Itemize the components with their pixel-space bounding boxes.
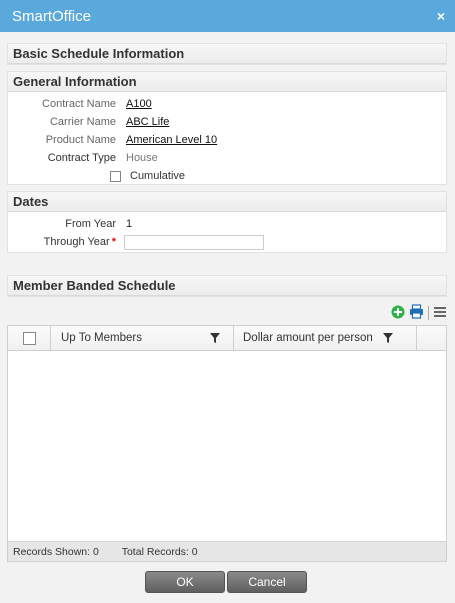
column-header-spacer xyxy=(417,326,446,350)
cumulative-label: Cumulative xyxy=(130,170,186,182)
product-name-label: Product Name xyxy=(45,134,116,146)
general-information-header: General Information xyxy=(8,72,446,92)
window-titlebar: SmartOffice × xyxy=(0,0,455,32)
product-name-row: Product Name American Level 10 xyxy=(8,131,446,149)
product-name-link[interactable]: American Level 10 xyxy=(126,131,217,149)
required-marker: * xyxy=(111,236,116,248)
contract-name-link[interactable]: A100 xyxy=(126,95,152,113)
add-icon[interactable] xyxy=(391,305,405,322)
contract-type-value: House xyxy=(126,152,158,164)
cumulative-row: Cumulative xyxy=(8,167,446,185)
print-icon[interactable] xyxy=(409,304,424,322)
cumulative-checkbox[interactable] xyxy=(110,167,121,185)
through-year-row: Through Year * xyxy=(8,233,446,251)
grid-footer: Records Shown: 0 Total Records: 0 xyxy=(8,541,446,561)
filter-icon[interactable] xyxy=(383,333,393,346)
from-year-label: From Year xyxy=(65,218,116,230)
contract-type-label: Contract Type xyxy=(47,152,116,164)
from-year-row: From Year 1 xyxy=(8,215,446,233)
dates-header: Dates xyxy=(8,192,446,212)
through-year-label-wrap: Through Year * xyxy=(8,233,116,251)
window-title: SmartOffice xyxy=(12,7,91,25)
member-banded-header: Member Banded Schedule xyxy=(8,276,446,296)
grid-body xyxy=(8,351,446,541)
carrier-name-link[interactable]: ABC Life xyxy=(126,113,169,131)
member-banded-section: Member Banded Schedule xyxy=(7,275,447,297)
basic-schedule-section: Basic Schedule Information xyxy=(7,43,447,65)
dates-section: Dates From Year 1 Through Year * xyxy=(7,191,447,253)
general-information-section: General Information Contract Name A100 C… xyxy=(7,71,447,185)
select-all-checkbox[interactable] xyxy=(22,331,36,345)
grid-toolbar xyxy=(391,304,447,322)
column-label-dollar-amount: Dollar amount per person xyxy=(243,332,373,344)
cancel-button[interactable]: Cancel xyxy=(227,571,307,593)
member-banded-grid: Up To Members Dollar amount per person R… xyxy=(7,325,447,562)
grid-header-row: Up To Members Dollar amount per person xyxy=(8,326,446,351)
column-label-up-to-members: Up To Members xyxy=(61,332,142,344)
menu-icon[interactable] xyxy=(433,305,447,322)
column-header-dollar-amount[interactable]: Dollar amount per person xyxy=(234,326,417,350)
contract-name-label: Contract Name xyxy=(42,98,116,110)
column-header-up-to-members[interactable]: Up To Members xyxy=(51,326,234,350)
filter-icon[interactable] xyxy=(210,333,220,346)
basic-schedule-header: Basic Schedule Information xyxy=(8,44,446,64)
carrier-name-label: Carrier Name xyxy=(49,116,116,128)
carrier-name-row: Carrier Name ABC Life xyxy=(8,113,446,131)
close-icon[interactable]: × xyxy=(437,9,445,23)
through-year-input[interactable] xyxy=(124,235,264,250)
toolbar-divider xyxy=(428,306,429,320)
total-records: Total Records: 0 xyxy=(121,546,198,558)
records-shown: Records Shown: 0 xyxy=(13,546,99,558)
through-year-label: Through Year xyxy=(43,236,110,248)
contract-name-row: Contract Name A100 xyxy=(8,95,446,113)
ok-button[interactable]: OK xyxy=(145,571,225,593)
select-all-cell xyxy=(8,326,51,350)
from-year-value: 1 xyxy=(126,218,133,230)
contract-type-row: Contract Type House xyxy=(8,149,446,167)
